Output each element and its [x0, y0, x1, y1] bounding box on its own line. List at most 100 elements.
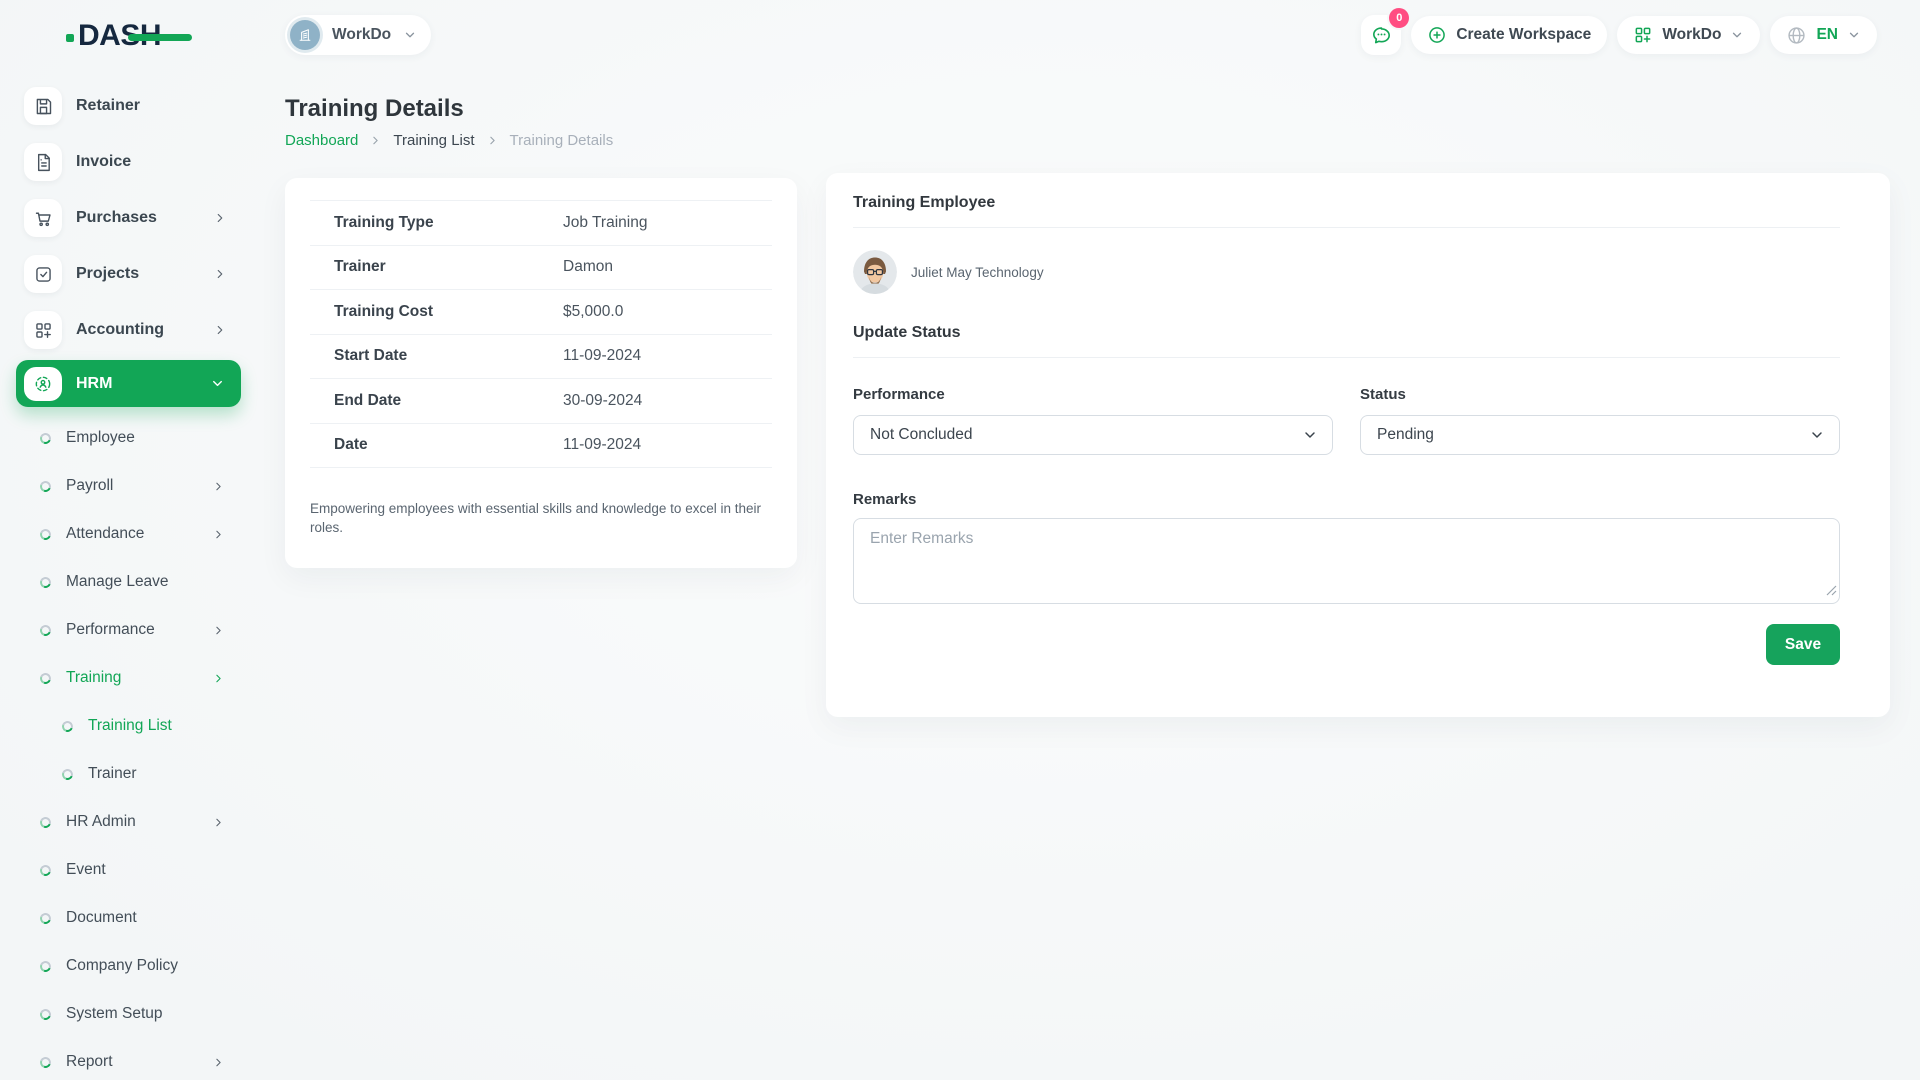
bullet-icon	[38, 863, 53, 878]
bullet-icon	[38, 959, 53, 974]
sidebar-item-retainer[interactable]: Retainer	[0, 78, 255, 134]
chevron-right-icon	[212, 528, 225, 541]
sidebar-item-label: Attendance	[66, 525, 144, 543]
sidebar-item-attendance[interactable]: Attendance	[0, 510, 255, 558]
dash-logo: DASH	[66, 19, 216, 53]
form-actions: Save	[853, 624, 1840, 665]
performance-field: Performance Not Concluded	[853, 386, 1333, 455]
sidebar-item-label: Projects	[76, 265, 139, 283]
row-value: 30-09-2024	[563, 392, 642, 410]
sidebar-item-employee[interactable]: Employee	[0, 414, 255, 462]
sidebar-item-event[interactable]: Event	[0, 846, 255, 894]
grid-plus-icon	[1633, 25, 1653, 45]
bullet-icon	[60, 719, 75, 734]
sidebar-item-performance[interactable]: Performance	[0, 606, 255, 654]
sidebar-item-payroll[interactable]: Payroll	[0, 462, 255, 510]
status-label: Status	[1360, 386, 1840, 403]
bullet-icon	[38, 671, 53, 686]
performance-select[interactable]: Not Concluded	[853, 415, 1333, 455]
sidebar-item-label: Trainer	[88, 765, 137, 783]
remarks-field: Remarks	[853, 491, 1840, 604]
performance-value: Not Concluded	[870, 426, 973, 444]
sidebar-item-system-setup[interactable]: System Setup	[0, 990, 255, 1038]
sidebar-item-report[interactable]: Report	[0, 1038, 255, 1080]
logo-dot	[66, 34, 74, 42]
training-employee-card: Training Employee Juliet May Technology …	[826, 173, 1890, 717]
chevron-right-icon	[213, 267, 227, 281]
chevron-right-icon	[486, 134, 499, 147]
row-label: Date	[310, 436, 563, 454]
bullet-icon	[60, 767, 75, 782]
sidebar-item-training[interactable]: Training	[0, 654, 255, 702]
breadcrumb-training-list[interactable]: Training List	[393, 132, 474, 149]
sidebar-item-label: HRM	[76, 375, 112, 393]
row-value: Damon	[563, 258, 613, 276]
plus-circle-icon	[1427, 25, 1447, 45]
table-row: End Date 30-09-2024	[310, 378, 772, 423]
logo-dash-bar	[128, 34, 192, 41]
chevron-right-icon	[213, 323, 227, 337]
status-form-row: Performance Not Concluded Status Pending	[853, 386, 1840, 455]
row-value: $5,000.0	[563, 303, 623, 321]
status-select[interactable]: Pending	[1360, 415, 1840, 455]
check-square-icon	[24, 255, 62, 293]
globe-icon	[1786, 25, 1807, 46]
bullet-icon	[38, 1055, 53, 1070]
remarks-input[interactable]	[853, 518, 1840, 604]
chevron-right-icon	[213, 211, 227, 225]
sidebar: Retainer Invoice Purchases Projects Acco…	[0, 70, 255, 1080]
app-root: DASH WorkDo 0 Create Workspace WorkDo	[0, 0, 1920, 1080]
status-value: Pending	[1377, 426, 1434, 444]
workspace-menu-button[interactable]: WorkDo	[1617, 16, 1760, 54]
create-workspace-label: Create Workspace	[1456, 26, 1591, 44]
chevron-right-icon	[369, 134, 382, 147]
training-employee-heading: Training Employee	[853, 173, 1840, 228]
messages-button[interactable]: 0	[1361, 15, 1401, 55]
create-workspace-button[interactable]: Create Workspace	[1411, 16, 1607, 54]
row-label: Training Cost	[310, 303, 563, 321]
row-label: Trainer	[310, 258, 563, 276]
row-value: 11-09-2024	[563, 436, 641, 454]
language-selector[interactable]: EN	[1770, 16, 1877, 54]
table-row: Training Type Job Training	[310, 200, 772, 245]
notification-badge: 0	[1389, 8, 1409, 28]
sidebar-item-label: Retainer	[76, 97, 140, 115]
sidebar-item-manage-leave[interactable]: Manage Leave	[0, 558, 255, 606]
grid-plus-icon	[24, 311, 62, 349]
workspace-avatar-building-icon	[290, 20, 320, 50]
bullet-icon	[38, 575, 53, 590]
sidebar-item-trainer[interactable]: Trainer	[0, 750, 255, 798]
sidebar-item-company-policy[interactable]: Company Policy	[0, 942, 255, 990]
table-row: Training Cost $5,000.0	[310, 289, 772, 334]
sidebar-item-accounting[interactable]: Accounting	[0, 302, 255, 358]
sidebar-item-training-list[interactable]: Training List	[0, 702, 255, 750]
chevron-right-icon	[212, 816, 225, 829]
breadcrumb-dashboard[interactable]: Dashboard	[285, 132, 358, 149]
chevron-down-icon	[1730, 28, 1744, 42]
chevron-right-icon	[212, 624, 225, 637]
status-field: Status Pending	[1360, 386, 1840, 455]
employee-name: Juliet May Technology	[911, 265, 1044, 280]
update-status-heading: Update Status	[853, 324, 1840, 358]
sidebar-item-hrm[interactable]: HRM	[16, 360, 241, 407]
invoice-icon	[24, 143, 62, 181]
chevron-down-icon	[210, 376, 225, 391]
save-button[interactable]: Save	[1766, 624, 1840, 665]
sidebar-item-label: Document	[66, 909, 137, 927]
sidebar-item-document[interactable]: Document	[0, 894, 255, 942]
remarks-label: Remarks	[853, 491, 1840, 508]
table-row: Start Date 11-09-2024	[310, 334, 772, 379]
bullet-icon	[38, 527, 53, 542]
sidebar-item-label: Employee	[66, 429, 135, 447]
sidebar-item-invoice[interactable]: Invoice	[0, 134, 255, 190]
sidebar-item-hr-admin[interactable]: HR Admin	[0, 798, 255, 846]
row-value: 11-09-2024	[563, 347, 641, 365]
cart-icon	[24, 199, 62, 237]
bullet-icon	[38, 431, 53, 446]
workspace-selector[interactable]: WorkDo	[285, 15, 431, 55]
row-label: End Date	[310, 392, 563, 410]
employee-row: Juliet May Technology	[853, 250, 1840, 294]
sidebar-item-label: Training	[66, 669, 121, 687]
sidebar-item-purchases[interactable]: Purchases	[0, 190, 255, 246]
sidebar-item-projects[interactable]: Projects	[0, 246, 255, 302]
